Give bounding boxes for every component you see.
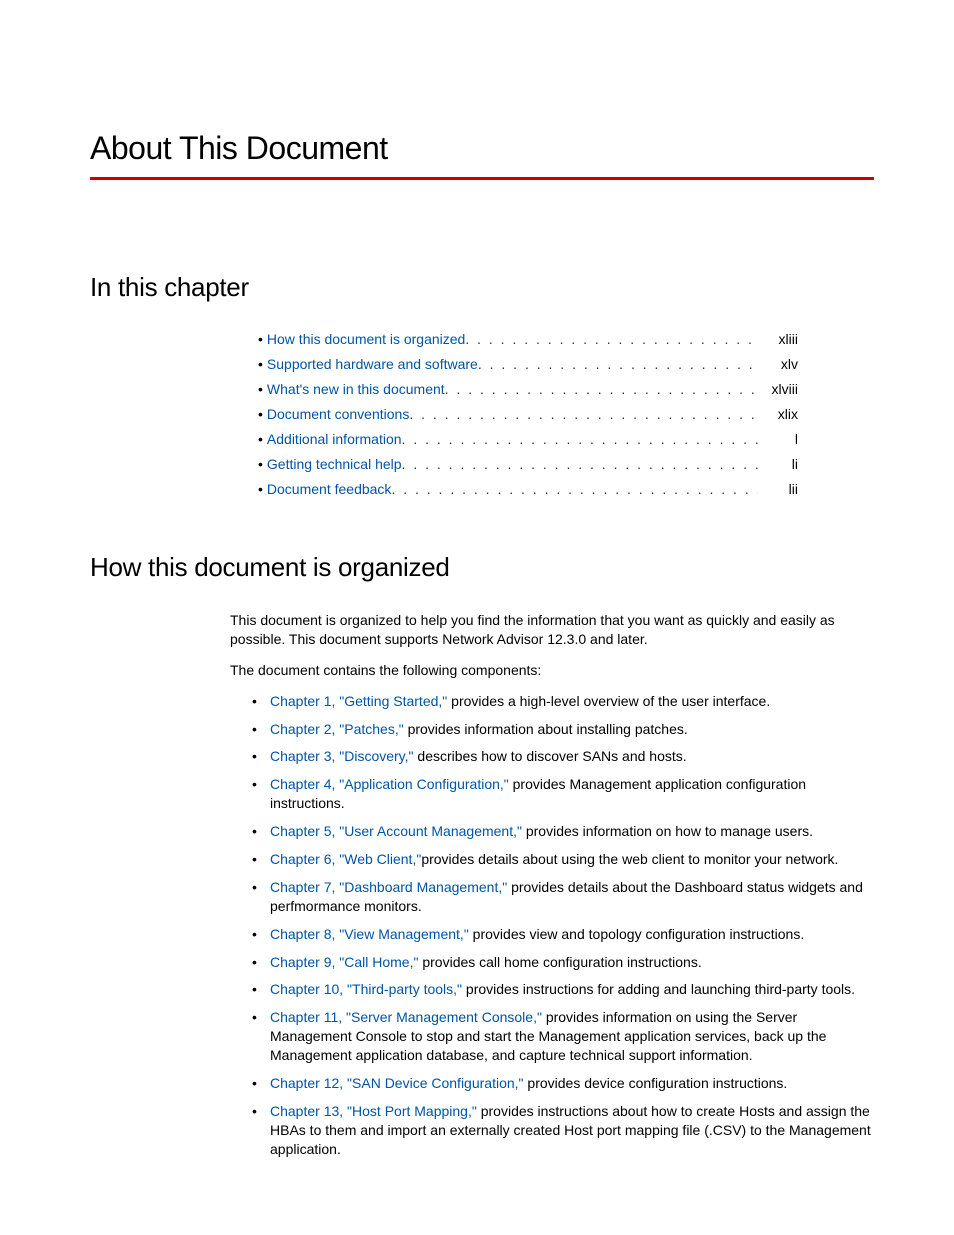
- bullet-icon: •: [258, 356, 263, 372]
- intro-paragraph: This document is organized to help you f…: [230, 611, 874, 649]
- dot-leader: [402, 456, 758, 472]
- toc-link[interactable]: Supported hardware and software: [267, 356, 478, 372]
- list-item: Chapter 4, "Application Configuration," …: [252, 775, 874, 813]
- dot-leader: [478, 356, 758, 372]
- body-content: This document is organized to help you f…: [230, 611, 874, 1159]
- chapter-link[interactable]: Chapter 8, "View Management,": [270, 926, 469, 942]
- chapter-desc: provides information on how to manage us…: [522, 823, 813, 839]
- toc-page: xlviii: [758, 381, 798, 397]
- toc-page: l: [758, 431, 798, 447]
- chapter-desc: provides view and topology configuration…: [469, 926, 804, 942]
- chapter-link[interactable]: Chapter 3, "Discovery,": [270, 748, 414, 764]
- chapter-desc: provides details about using the web cli…: [421, 851, 838, 867]
- toc-page: xliii: [758, 331, 798, 347]
- toc-link[interactable]: Getting technical help: [267, 456, 402, 472]
- dot-leader: [465, 331, 758, 347]
- chapter-link[interactable]: Chapter 5, "User Account Management,": [270, 823, 522, 839]
- dot-leader: [445, 381, 758, 397]
- list-item: Chapter 8, "View Management," provides v…: [252, 925, 874, 944]
- toc-page: li: [758, 456, 798, 472]
- toc-item: • Document conventions xlix: [258, 406, 798, 422]
- toc-link[interactable]: Document conventions: [267, 406, 409, 422]
- list-item: Chapter 6, "Web Client,"provides details…: [252, 850, 874, 869]
- list-item: Chapter 7, "Dashboard Management," provi…: [252, 878, 874, 916]
- bullet-icon: •: [258, 481, 263, 497]
- intro-paragraph: The document contains the following comp…: [230, 661, 874, 680]
- bullet-icon: •: [258, 431, 263, 447]
- chapter-desc: describes how to discover SANs and hosts…: [414, 748, 687, 764]
- toc-page: xlix: [758, 406, 798, 422]
- toc-link[interactable]: Additional information: [267, 431, 402, 447]
- list-item: Chapter 1, "Getting Started," provides a…: [252, 692, 874, 711]
- toc-list: • How this document is organized xliii •…: [258, 331, 798, 497]
- dot-leader: [402, 431, 758, 447]
- chapter-link[interactable]: Chapter 9, "Call Home,": [270, 954, 418, 970]
- chapter-link[interactable]: Chapter 7, "Dashboard Management,": [270, 879, 507, 895]
- toc-heading: In this chapter: [90, 272, 874, 303]
- bullet-icon: •: [258, 331, 263, 347]
- list-item: Chapter 9, "Call Home," provides call ho…: [252, 953, 874, 972]
- chapter-desc: provides information about installing pa…: [404, 721, 688, 737]
- bullet-icon: •: [258, 381, 263, 397]
- chapter-link[interactable]: Chapter 6, "Web Client,": [270, 851, 421, 867]
- chapter-desc: provides a high-level overview of the us…: [447, 693, 770, 709]
- toc-item: • What's new in this document xlviii: [258, 381, 798, 397]
- toc-item: • Document feedback lii: [258, 481, 798, 497]
- toc-link[interactable]: Document feedback: [267, 481, 392, 497]
- toc-item: • Supported hardware and software xlv: [258, 356, 798, 372]
- toc-item: • How this document is organized xliii: [258, 331, 798, 347]
- chapter-link[interactable]: Chapter 2, "Patches,": [270, 721, 404, 737]
- chapter-link[interactable]: Chapter 11, "Server Management Console,": [270, 1009, 542, 1025]
- toc-item: • Getting technical help li: [258, 456, 798, 472]
- chapter-link[interactable]: Chapter 1, "Getting Started,": [270, 693, 447, 709]
- list-item: Chapter 10, "Third-party tools," provide…: [252, 980, 874, 999]
- chapter-desc: provides device configuration instructio…: [524, 1075, 788, 1091]
- list-item: Chapter 5, "User Account Management," pr…: [252, 822, 874, 841]
- dot-leader: [391, 481, 758, 497]
- section-heading: How this document is organized: [90, 552, 874, 583]
- list-item: Chapter 2, "Patches," provides informati…: [252, 720, 874, 739]
- list-item: Chapter 3, "Discovery," describes how to…: [252, 747, 874, 766]
- chapter-list: Chapter 1, "Getting Started," provides a…: [252, 692, 874, 1159]
- list-item: Chapter 12, "SAN Device Configuration," …: [252, 1074, 874, 1093]
- list-item: Chapter 13, "Host Port Mapping," provide…: [252, 1102, 874, 1159]
- bullet-icon: •: [258, 456, 263, 472]
- dot-leader: [409, 406, 758, 422]
- chapter-link[interactable]: Chapter 13, "Host Port Mapping,": [270, 1103, 477, 1119]
- chapter-desc: provides instructions for adding and lau…: [462, 981, 855, 997]
- toc-link[interactable]: How this document is organized: [267, 331, 465, 347]
- toc-item: • Additional information l: [258, 431, 798, 447]
- toc-link[interactable]: What's new in this document: [267, 381, 445, 397]
- page-title: About This Document: [90, 130, 874, 180]
- chapter-desc: provides call home configuration instruc…: [418, 954, 701, 970]
- chapter-link[interactable]: Chapter 12, "SAN Device Configuration,": [270, 1075, 524, 1091]
- bullet-icon: •: [258, 406, 263, 422]
- toc-page: xlv: [758, 356, 798, 372]
- chapter-link[interactable]: Chapter 4, "Application Configuration,": [270, 776, 509, 792]
- toc-page: lii: [758, 481, 798, 497]
- chapter-link[interactable]: Chapter 10, "Third-party tools,": [270, 981, 462, 997]
- list-item: Chapter 11, "Server Management Console,"…: [252, 1008, 874, 1065]
